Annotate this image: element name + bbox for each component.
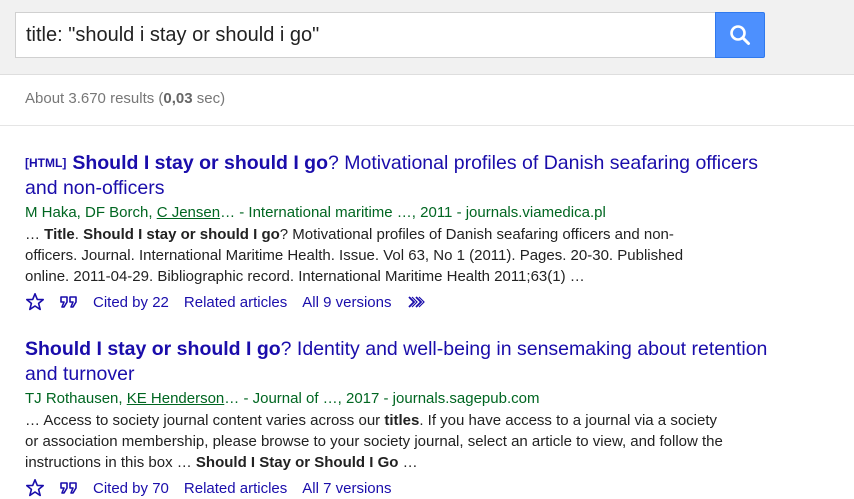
star-icon[interactable] bbox=[25, 478, 45, 498]
snippet-highlight: Title bbox=[44, 226, 75, 243]
result-title-link[interactable]: [HTML] Should I stay or should I go? Moti… bbox=[25, 151, 785, 201]
search-button[interactable] bbox=[715, 12, 765, 58]
quote-icon[interactable] bbox=[59, 294, 79, 310]
result-authors: TJ Rothausen, KE Henderson… - Journal of… bbox=[25, 390, 540, 407]
cited-by-link[interactable]: Cited by 22 bbox=[93, 294, 169, 311]
related-articles-link[interactable]: Related articles bbox=[184, 480, 287, 497]
result-actions: Cited by 70 Related articles All 7 versi… bbox=[25, 477, 785, 499]
result-item: Should I stay or should I go? Identity a… bbox=[25, 337, 785, 499]
double-chevron-icon[interactable] bbox=[406, 294, 426, 310]
all-versions-link[interactable]: All 9 versions bbox=[302, 294, 391, 311]
result-authors: M Haka, DF Borch, C Jensen… - Internatio… bbox=[25, 204, 606, 221]
snippet-text: … bbox=[398, 454, 418, 471]
search-box[interactable] bbox=[15, 12, 715, 58]
related-articles-link[interactable]: Related articles bbox=[184, 294, 287, 311]
divider bbox=[0, 125, 854, 126]
fulltext-tag: [HTML] bbox=[25, 156, 67, 170]
search-time: 0,03 bbox=[163, 90, 193, 107]
snippet-highlight: titles bbox=[384, 412, 420, 429]
result-item: [HTML] Should I stay or should I go? Moti… bbox=[25, 151, 785, 313]
snippet-highlight: Should I Stay or Should I Go bbox=[195, 454, 399, 471]
result-title-link[interactable]: Should I stay or should I go? Identity a… bbox=[25, 337, 785, 387]
quote-icon[interactable] bbox=[59, 480, 79, 496]
cited-by-link[interactable]: Cited by 70 bbox=[93, 480, 169, 497]
author-link[interactable]: C Jensen bbox=[157, 204, 220, 221]
search-icon bbox=[730, 25, 750, 45]
search-input[interactable] bbox=[26, 13, 706, 57]
result-snippet: … Access to society journal content vari… bbox=[25, 410, 725, 473]
snippet-highlight: Should I stay or should I go bbox=[83, 226, 280, 243]
results-stats: About 3.670 results (0,03 sec) bbox=[25, 90, 226, 107]
star-icon[interactable] bbox=[25, 292, 45, 312]
snippet-text: … bbox=[25, 226, 45, 243]
search-header bbox=[0, 0, 854, 75]
all-versions-link[interactable]: All 7 versions bbox=[302, 480, 391, 497]
snippet-text: … Access to society journal content vari… bbox=[25, 412, 385, 429]
result-actions: Cited by 22 Related articles All 9 versi… bbox=[25, 291, 785, 313]
author-link[interactable]: KE Henderson bbox=[127, 390, 225, 407]
snippet-text: . bbox=[74, 226, 84, 243]
result-snippet: … Title. Should I stay or should I go? M… bbox=[25, 224, 725, 287]
